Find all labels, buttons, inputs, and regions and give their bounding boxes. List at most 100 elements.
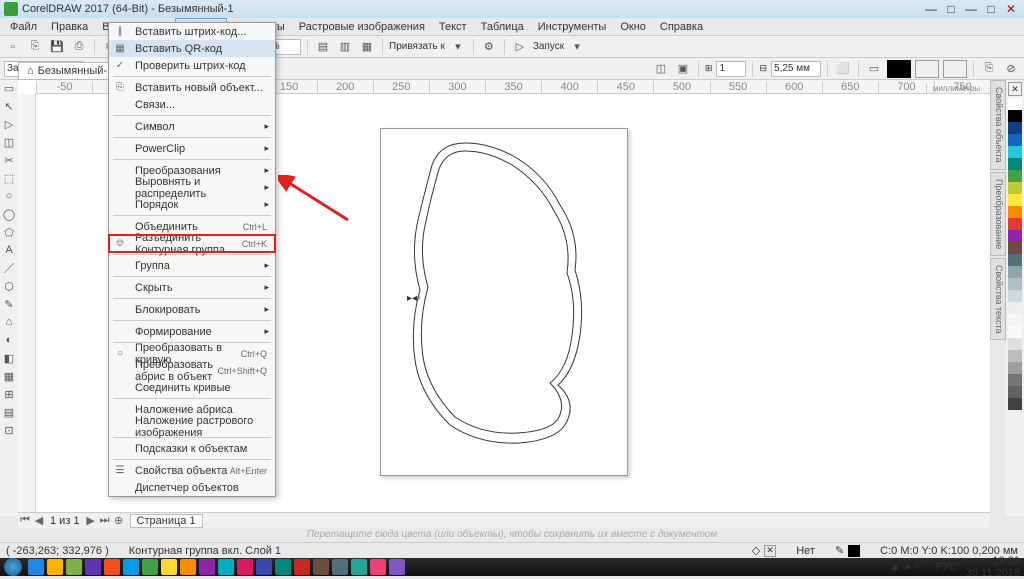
- menu-item[interactable]: Соединить кривые: [109, 379, 275, 396]
- color-swatch[interactable]: [1008, 182, 1022, 194]
- color-swatch[interactable]: [1008, 134, 1022, 146]
- color-swatch[interactable]: [1008, 206, 1022, 218]
- steps-input[interactable]: [716, 61, 746, 77]
- taskbar-app-icon[interactable]: [180, 559, 196, 575]
- tool-button[interactable]: ⬠: [1, 224, 17, 240]
- taskbar-app-icon[interactable]: [237, 559, 253, 575]
- color-swatch[interactable]: [1008, 146, 1022, 158]
- first-page-icon[interactable]: ⏮: [18, 514, 32, 527]
- contour-inside-icon[interactable]: ◫: [652, 60, 670, 78]
- menu-item[interactable]: Блокировать: [109, 301, 275, 318]
- menu-правка[interactable]: Правка: [45, 19, 94, 35]
- tool-button[interactable]: ↖: [1, 98, 17, 114]
- menu-item[interactable]: Формирование: [109, 323, 275, 340]
- options-icon[interactable]: ⚙: [480, 38, 498, 56]
- menu-таблица[interactable]: Таблица: [475, 19, 530, 35]
- color-swatch[interactable]: [1008, 278, 1022, 290]
- taskbar-app-icon[interactable]: [389, 559, 405, 575]
- last-page-icon[interactable]: ⏭: [98, 514, 112, 527]
- tool-button[interactable]: ／: [1, 260, 17, 276]
- tool-button[interactable]: ⊞: [1, 386, 17, 402]
- tool-button[interactable]: ◐: [1, 332, 17, 348]
- new-icon[interactable]: ▫: [4, 38, 22, 56]
- color-swatch[interactable]: [1008, 302, 1022, 314]
- color-swatch[interactable]: [1008, 350, 1022, 362]
- docker-tab[interactable]: Преобразование: [990, 172, 1006, 256]
- clear-contour-icon[interactable]: ⊘: [1002, 60, 1020, 78]
- color-swatch[interactable]: [1008, 314, 1022, 326]
- menu-item[interactable]: Выровнять и распределить: [109, 179, 275, 196]
- taskbar-app-icon[interactable]: [256, 559, 272, 575]
- color-swatch[interactable]: [1008, 242, 1022, 254]
- offset-input[interactable]: [771, 61, 821, 77]
- tool-button[interactable]: A: [1, 242, 17, 258]
- color-swatch[interactable]: [1008, 170, 1022, 182]
- color-swatch[interactable]: [1008, 326, 1022, 338]
- tool-button[interactable]: ▦: [1, 368, 17, 384]
- menu-item[interactable]: ✓Проверить штрих-код: [109, 57, 275, 74]
- open-icon[interactable]: ⎘: [26, 38, 44, 56]
- outline-color-btn[interactable]: [887, 60, 911, 78]
- color-swatch[interactable]: [1008, 230, 1022, 242]
- menu-item[interactable]: ☰Свойства объектаAlt+Enter: [109, 462, 275, 479]
- docker-tab[interactable]: Свойства объекта: [990, 80, 1006, 170]
- taskbar-app-icon[interactable]: [332, 559, 348, 575]
- color-swatch[interactable]: [1008, 374, 1022, 386]
- menu-инструменты[interactable]: Инструменты: [532, 19, 613, 35]
- color-swatch[interactable]: [1008, 194, 1022, 206]
- taskbar-app-icon[interactable]: [199, 559, 215, 575]
- docker-tab[interactable]: Свойства текста: [990, 258, 1006, 341]
- launch-icon[interactable]: ▷: [511, 38, 529, 56]
- menu-растровые изображения[interactable]: Растровые изображения: [293, 19, 431, 35]
- taskbar-app-icon[interactable]: [85, 559, 101, 575]
- taskbar-app-icon[interactable]: [142, 559, 158, 575]
- minimize-button-2[interactable]: —: [962, 2, 980, 16]
- taskbar-app-icon[interactable]: [275, 559, 291, 575]
- color-swatch[interactable]: [1008, 338, 1022, 350]
- menu-item[interactable]: Подсказки к объектам: [109, 440, 275, 457]
- color-swatch[interactable]: [1008, 290, 1022, 302]
- color-swatch[interactable]: [1008, 218, 1022, 230]
- menu-item[interactable]: ⎘Вставить новый объект...: [109, 79, 275, 96]
- taskbar-app-icon[interactable]: [313, 559, 329, 575]
- tool-button[interactable]: ⬚: [1, 170, 17, 186]
- menu-item[interactable]: Связи...: [109, 96, 275, 113]
- tool-button[interactable]: ⌂: [1, 314, 17, 330]
- color-swatch[interactable]: [1008, 122, 1022, 134]
- menu-item[interactable]: ∥Вставить штрих-код...: [109, 23, 275, 40]
- next-page-icon[interactable]: ▶: [84, 514, 98, 527]
- taskbar-app-icon[interactable]: [351, 559, 367, 575]
- taskbar-app-icon[interactable]: [123, 559, 139, 575]
- taskbar-app-icon[interactable]: [66, 559, 82, 575]
- menu-item[interactable]: Диспетчер объектов: [109, 479, 275, 496]
- tray-lang[interactable]: РУС: [936, 561, 958, 573]
- color-swatch[interactable]: [1008, 398, 1022, 410]
- tool-button[interactable]: ◫: [1, 134, 17, 150]
- tool-button[interactable]: ⊡: [1, 422, 17, 438]
- menu-item[interactable]: Символ: [109, 118, 275, 135]
- menu-item[interactable]: Скрыть: [109, 279, 275, 296]
- maximize-button[interactable]: □: [982, 2, 1000, 16]
- taskbar-app-icon[interactable]: [218, 559, 234, 575]
- tool-button[interactable]: ◧: [1, 350, 17, 366]
- menu-файл[interactable]: Файл: [4, 19, 43, 35]
- taskbar-app-icon[interactable]: [47, 559, 63, 575]
- tool-button[interactable]: ▷: [1, 116, 17, 132]
- taskbar-app-icon[interactable]: [28, 559, 44, 575]
- tool-button[interactable]: ○: [1, 188, 17, 204]
- restore-button[interactable]: □: [942, 2, 960, 16]
- tool-button[interactable]: ✎: [1, 296, 17, 312]
- tool-button[interactable]: ◯: [1, 206, 17, 222]
- menu-текст[interactable]: Текст: [433, 19, 473, 35]
- color-swatch[interactable]: [1008, 362, 1022, 374]
- contour-outside-icon[interactable]: ▣: [674, 60, 692, 78]
- taskbar-app-icon[interactable]: [370, 559, 386, 575]
- color-swatch[interactable]: [1008, 110, 1022, 122]
- tool-button[interactable]: ▭: [1, 80, 17, 96]
- no-color-swatch[interactable]: ✕: [1008, 82, 1022, 96]
- menu-item[interactable]: PowerClip: [109, 140, 275, 157]
- menu-item[interactable]: ▦Вставить QR-код: [109, 40, 275, 57]
- corner-icon[interactable]: ⬜: [834, 60, 852, 78]
- tray-icons[interactable]: ▲ 🕪 🏳: [890, 560, 928, 574]
- tool-button[interactable]: ✂: [1, 152, 17, 168]
